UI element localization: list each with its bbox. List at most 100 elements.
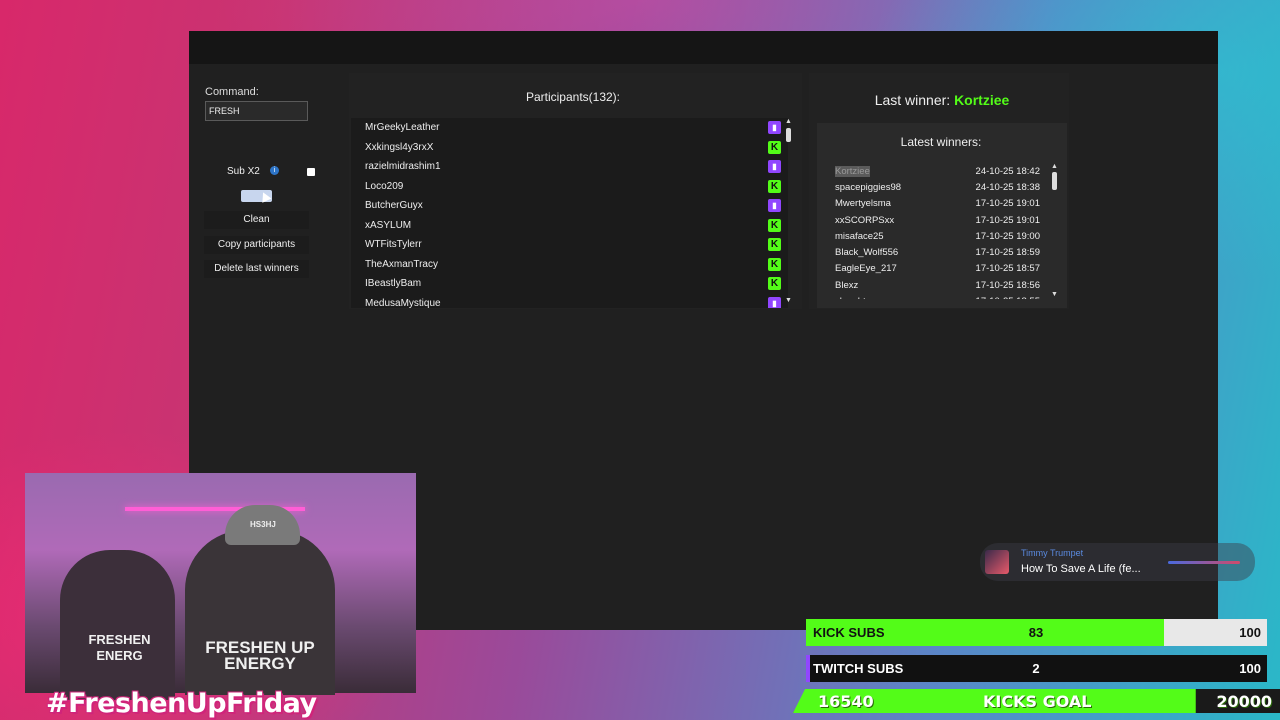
hat-text: HS3HJ bbox=[250, 520, 276, 529]
winner-row[interactable]: Kortziee 24-10-25 18:42 bbox=[835, 163, 1040, 179]
twitch-subs-bar: TWITCH SUBS 2 100 bbox=[806, 655, 1267, 682]
info-icon[interactable]: i bbox=[270, 166, 279, 175]
winner-time: 17-10-25 18:55 bbox=[976, 296, 1040, 299]
participants-title: Participants(132): bbox=[525, 90, 621, 104]
participant-row[interactable]: ButcherGuyx ▮ bbox=[351, 196, 788, 216]
twitch-subs-fill bbox=[806, 655, 810, 682]
participants-list[interactable]: MrGeekyLeather ▮ Xxkingsl4y3rxX Krazielmidr… bbox=[351, 118, 788, 308]
winner-time: 17-10-25 19:01 bbox=[975, 198, 1040, 210]
scroll-up-icon[interactable]: ▲ bbox=[1051, 163, 1058, 170]
kick-icon: K bbox=[768, 218, 781, 232]
hashtag-banner: #FreshenUpFriday bbox=[46, 688, 317, 719]
shirt-text-left: FRESHEN ENERG bbox=[88, 632, 151, 663]
sub-x2-checkbox[interactable] bbox=[307, 168, 315, 176]
shirt-text-right: FRESHEN UP ENERGY bbox=[205, 638, 315, 673]
kick-subs-bar: KICK SUBS 83 100 bbox=[806, 619, 1267, 646]
winner-time: 17-10-25 18:57 bbox=[975, 263, 1040, 275]
participant-name: WTFitsTylerr bbox=[365, 239, 422, 251]
participant-name: razielmidrashim1 bbox=[365, 161, 441, 173]
winner-name: Black_Wolf556 bbox=[835, 247, 899, 259]
participant-row[interactable]: razielmidrashim1 ▮ bbox=[351, 157, 788, 177]
latest-winners-title: Latest winners: bbox=[900, 135, 982, 149]
clean-button[interactable]: Clean bbox=[204, 211, 309, 229]
participant-name: TheAxmanTracy bbox=[365, 258, 438, 270]
delete-last-winners-button[interactable]: Delete last winners bbox=[204, 260, 309, 278]
scroll-up-icon[interactable]: ▲ bbox=[785, 118, 792, 125]
kick-icon: K bbox=[768, 277, 781, 291]
winner-time: 24-10-25 18:42 bbox=[975, 165, 1040, 177]
album-art bbox=[985, 550, 1009, 574]
winner-time: 17-10-25 19:01 bbox=[975, 214, 1040, 226]
kick-subs-label: KICK SUBS bbox=[813, 625, 885, 640]
kicks-goal-bar: 16540 KICKS GOAL 20000 bbox=[793, 689, 1280, 713]
participant-row[interactable]: IBeastlyBam K bbox=[351, 274, 788, 294]
participants-scrollbar[interactable]: ▲ ▼ bbox=[785, 118, 792, 308]
winner-row[interactable]: misaface25 17-10-25 19:00 bbox=[835, 228, 1040, 244]
scroll-thumb[interactable] bbox=[1052, 172, 1057, 190]
twitch-subs-goal: 100 bbox=[1239, 661, 1261, 676]
scroll-thumb[interactable] bbox=[786, 128, 791, 142]
now-playing-progress bbox=[1168, 561, 1240, 564]
winner-row[interactable]: slaughteyp 17-10-25 18:55 bbox=[835, 293, 1040, 299]
winner-row[interactable]: EagleEye_217 17-10-25 18:57 bbox=[835, 261, 1040, 277]
scroll-down-icon[interactable]: ▼ bbox=[1051, 291, 1058, 298]
winner-row[interactable]: spacepiggies98 24-10-25 18:38 bbox=[835, 179, 1040, 195]
winner-row[interactable]: Mwertyelsma 17-10-25 19:01 bbox=[835, 196, 1040, 212]
winners-scrollbar[interactable]: ▲ ▼ bbox=[1051, 163, 1058, 301]
command-label: Command: bbox=[205, 86, 259, 98]
winner-time: 17-10-25 18:56 bbox=[975, 279, 1040, 291]
command-input[interactable] bbox=[205, 101, 308, 121]
winner-name: Kortziee bbox=[835, 165, 870, 177]
participant-name: Xxkingsl4y3rxX bbox=[365, 141, 434, 153]
twitch-subs-count: 2 bbox=[1032, 661, 1040, 676]
controls-panel: Command: Sub X2 i Clean Copy participant… bbox=[189, 64, 329, 304]
twitch-icon: ▮ bbox=[768, 160, 781, 174]
kicks-goal-current: 16540 bbox=[818, 692, 874, 711]
twitch-icon: ▮ bbox=[768, 121, 781, 135]
participant-row[interactable]: xASYLUM K bbox=[351, 216, 788, 236]
participant-row[interactable]: MrGeekyLeather ▮ bbox=[351, 118, 788, 138]
kick-subs-goal: 100 bbox=[1239, 625, 1261, 640]
winner-name: Mwertyelsma bbox=[835, 198, 891, 210]
latest-winners-list[interactable]: Kortziee 24-10-25 18:42 spacepiggies98 24-1… bbox=[835, 163, 1040, 299]
kick-icon: K bbox=[768, 238, 781, 252]
participant-row[interactable]: TheAxmanTracy K bbox=[351, 255, 788, 275]
sub-x2-label: Sub X2 bbox=[227, 166, 260, 177]
last-winner-name: Kortziee bbox=[954, 92, 1010, 108]
kicks-goal-label: KICKS GOAL bbox=[983, 692, 1092, 711]
participant-name: xASYLUM bbox=[365, 219, 412, 231]
participant-name: IBeastlyBam bbox=[365, 278, 422, 290]
winner-name: EagleEye_217 bbox=[835, 263, 897, 275]
twitch-icon: ▮ bbox=[768, 199, 781, 213]
winner-time: 17-10-25 19:00 bbox=[975, 230, 1040, 242]
copy-participants-button[interactable]: Copy participants bbox=[204, 236, 309, 254]
winner-row[interactable]: Blexz 17-10-25 18:56 bbox=[835, 277, 1040, 293]
winners-panel: Last winner: Kortziee Latest winners: Ko… bbox=[809, 73, 1069, 309]
participant-row[interactable]: MedusaMystique ▮ bbox=[351, 294, 788, 308]
participant-row[interactable]: WTFitsTylerr K bbox=[351, 235, 788, 255]
kick-subs-count: 83 bbox=[1028, 625, 1044, 640]
kick-icon: K bbox=[768, 179, 781, 193]
latest-winners-box: Latest winners: Kortziee 24-10-25 18:42 sp… bbox=[817, 123, 1067, 308]
participant-name: ButcherGuyx bbox=[365, 200, 423, 212]
twitch-icon: ▮ bbox=[768, 296, 781, 308]
twitch-subs-label: TWITCH SUBS bbox=[813, 661, 904, 676]
winner-name: spacepiggies98 bbox=[835, 181, 902, 193]
now-playing-title: How To Save A Life (fe... bbox=[1021, 563, 1141, 575]
streamer-left bbox=[60, 550, 175, 700]
participant-name: MrGeekyLeather bbox=[365, 122, 440, 134]
winner-time: 24-10-25 18:38 bbox=[975, 181, 1040, 193]
winner-name: misaface25 bbox=[835, 230, 884, 242]
kicks-goal-target: 20000 bbox=[1216, 692, 1272, 711]
participant-row[interactable]: Loco209 K bbox=[351, 177, 788, 197]
winner-row[interactable]: Black_Wolf556 17-10-25 18:59 bbox=[835, 244, 1040, 260]
participant-name: MedusaMystique bbox=[365, 297, 441, 308]
app-titlebar bbox=[189, 31, 1218, 64]
last-winner-heading: Last winner: Kortziee bbox=[809, 92, 1075, 108]
participant-row[interactable]: Xxkingsl4y3rxX K bbox=[351, 138, 788, 158]
winner-row[interactable]: xxSCORPSxx 17-10-25 19:01 bbox=[835, 212, 1040, 228]
participants-panel: Participants(132): MrGeekyLeather ▮ Xxking… bbox=[349, 73, 802, 309]
participant-name: Loco209 bbox=[365, 180, 404, 192]
winner-name: xxSCORPSxx bbox=[835, 214, 895, 226]
scroll-down-icon[interactable]: ▼ bbox=[785, 297, 792, 304]
